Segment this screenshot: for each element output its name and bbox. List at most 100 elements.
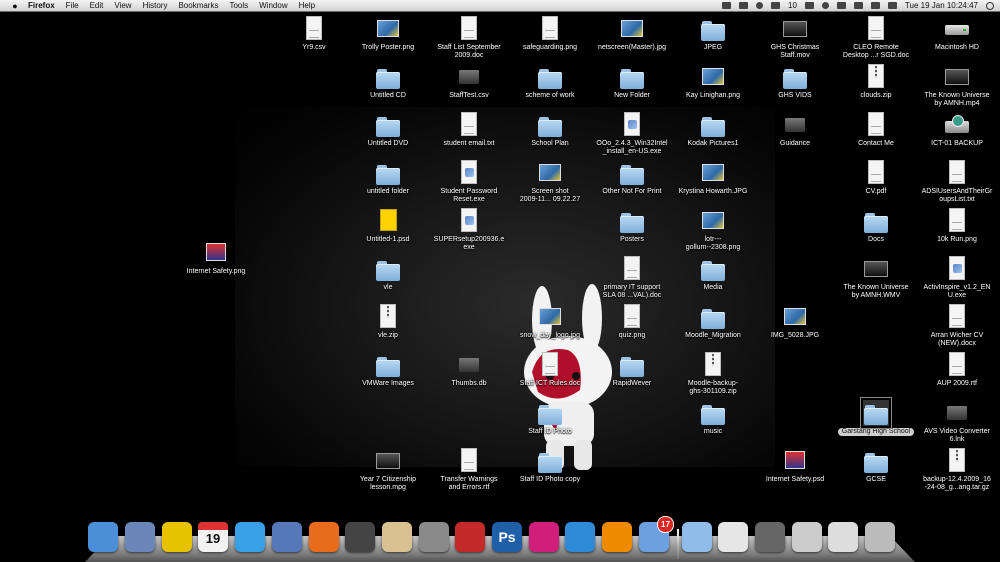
- desktop-icon[interactable]: Staff ICT Rules.doc: [508, 352, 592, 388]
- desktop-icon[interactable]: Guidance: [753, 112, 837, 148]
- desktop-icon[interactable]: lotr--- gollum--2308.png: [671, 208, 755, 252]
- desktop-icon[interactable]: New Folder: [590, 64, 674, 100]
- desktop-icon[interactable]: Trolly Poster.png: [346, 16, 430, 52]
- dock-preview-icon[interactable]: [125, 522, 155, 552]
- desktop-icon[interactable]: primary IT support SLA 08 ...VAL).doc: [590, 256, 674, 300]
- desktop-icon[interactable]: Year 7 Citizenship lesson.mpg: [346, 448, 430, 492]
- menu-file[interactable]: File: [66, 0, 79, 11]
- dock-istat-icon[interactable]: [529, 522, 559, 552]
- dock-stack-b-icon[interactable]: [792, 522, 822, 552]
- sync-icon[interactable]: [756, 2, 763, 9]
- apple-menu-icon[interactable]: ●: [10, 1, 20, 11]
- dock-itunes-icon[interactable]: [235, 522, 265, 552]
- desktop-icon[interactable]: Staff ID Photo copy: [508, 448, 592, 484]
- desktop-icon[interactable]: The Known Universe by AMNH.WMV: [834, 256, 918, 300]
- time-machine-icon[interactable]: [821, 2, 829, 9]
- dock-dvd-player-icon[interactable]: [272, 522, 302, 552]
- desktop-icon[interactable]: Other Not For Print: [590, 160, 674, 196]
- desktop-icon[interactable]: CLEO Remote Desktop ...r SGD.doc: [834, 16, 918, 60]
- status-count[interactable]: 10: [788, 1, 797, 10]
- menu-window[interactable]: Window: [259, 0, 287, 11]
- desktop-icon[interactable]: JPEG: [671, 16, 755, 52]
- desktop-icon[interactable]: Macintosh HD: [915, 16, 999, 52]
- desktop-icon[interactable]: Media: [671, 256, 755, 292]
- desktop-icon[interactable]: student email.txt: [427, 112, 511, 148]
- desktop-icon[interactable]: Yr9.csv: [272, 16, 356, 52]
- desktop-icon[interactable]: StaffTest.csv: [427, 64, 511, 100]
- desktop-icon[interactable]: music: [671, 400, 755, 436]
- desktop-icon[interactable]: Moodle_Migration: [671, 304, 755, 340]
- dock-system-preferences-icon[interactable]: [419, 522, 449, 552]
- desktop-icon[interactable]: VMWare Images: [346, 352, 430, 388]
- menu-tools[interactable]: Tools: [229, 0, 248, 11]
- monitor-icon[interactable]: [739, 2, 748, 9]
- desktop-icon[interactable]: SUPERsetup200936.e exe: [427, 208, 511, 252]
- dock-ical-icon[interactable]: 19: [198, 522, 228, 552]
- desktop-icon[interactable]: Untitled CD: [346, 64, 430, 100]
- desktop-icon[interactable]: Internet Safety.psd: [753, 448, 837, 484]
- menu-help[interactable]: Help: [299, 0, 315, 11]
- desktop-icon[interactable]: 10k Run.png: [915, 208, 999, 244]
- spotlight-search-icon[interactable]: [986, 1, 994, 10]
- desktop-icon[interactable]: Internet Safety.png: [174, 240, 258, 276]
- desktop-icon[interactable]: safeguarding.png: [508, 16, 592, 52]
- desktop-icon[interactable]: ADSIUsersAndTheirGr oupsList.txt: [915, 160, 999, 204]
- menu-edit[interactable]: Edit: [90, 0, 104, 11]
- desktop-icon[interactable]: snow_day_logo.jpg: [508, 304, 592, 340]
- dock-trash-icon[interactable]: [865, 522, 895, 552]
- screen-capture-icon[interactable]: [722, 2, 731, 9]
- desktop-icon[interactable]: Garstang High School: [834, 397, 918, 436]
- network-icon[interactable]: [771, 2, 780, 9]
- desktop-icon[interactable]: The Known Universe by AMNH.mp4: [915, 64, 999, 108]
- dock-adium-icon[interactable]: [162, 522, 192, 552]
- menu-bookmarks[interactable]: Bookmarks: [178, 0, 218, 11]
- desktop-icon[interactable]: Krystina Howarth.JPG: [671, 160, 755, 196]
- desktop-icon[interactable]: Thumbs.db: [427, 352, 511, 388]
- desktop-icon[interactable]: GHS Christmas Staff.mov: [753, 16, 837, 60]
- desktop-icon[interactable]: quiz.png: [590, 304, 674, 340]
- dock-finder-icon[interactable]: [88, 522, 118, 552]
- desktop-icon[interactable]: OOo_2.4.3_Win32Intel _install_en-US.exe: [590, 112, 674, 156]
- dock-mail-icon[interactable]: 17: [639, 516, 674, 552]
- dock-photoshop-icon[interactable]: Ps: [492, 522, 522, 552]
- desktop-icon[interactable]: untitled folder: [346, 160, 430, 196]
- dock-stack-a-icon[interactable]: [755, 522, 785, 552]
- desktop-icon[interactable]: netscreen(Master).jpg: [590, 16, 674, 52]
- dock-wifi-app-icon[interactable]: [565, 522, 595, 552]
- dock-folder-downloads-icon[interactable]: [682, 522, 712, 552]
- desktop-icon[interactable]: GHS VIDS: [753, 64, 837, 100]
- desktop-icon[interactable]: clouds.zip: [834, 64, 918, 100]
- desktop-icon[interactable]: Contact Me: [834, 112, 918, 148]
- desktop-icon[interactable]: Staff List September 2009.doc: [427, 16, 511, 60]
- desktop-icon[interactable]: School Plan: [508, 112, 592, 148]
- desktop-icon[interactable]: Posters: [590, 208, 674, 244]
- bluetooth-icon[interactable]: [836, 2, 846, 9]
- display-icon[interactable]: [804, 2, 814, 9]
- dock-stack-c-icon[interactable]: [828, 522, 858, 552]
- desktop-icon[interactable]: scheme of work: [508, 64, 592, 100]
- desktop-icon[interactable]: Student Password Reset.exe: [427, 160, 511, 204]
- dock-firefox-icon[interactable]: [309, 522, 339, 552]
- desktop-icon[interactable]: RapidWever: [590, 352, 674, 388]
- volume-icon[interactable]: [870, 2, 880, 9]
- desktop-icon[interactable]: vle.zip: [346, 304, 430, 340]
- desktop-icon[interactable]: AUP 2009.rtf: [915, 352, 999, 388]
- desktop-icon[interactable]: Untitled-1.psd: [346, 208, 430, 244]
- desktop-icon[interactable]: IMG_5028.JPG: [753, 304, 837, 340]
- desktop-icon[interactable]: vle: [346, 256, 430, 292]
- desktop-icon[interactable]: Untitled DVD: [346, 112, 430, 148]
- wifi-icon[interactable]: [853, 2, 863, 9]
- dock-textedit-icon[interactable]: [382, 522, 412, 552]
- desktop-icon[interactable]: GCSE: [834, 448, 918, 484]
- menu-clock[interactable]: Tue 19 Jan 10:24:47: [905, 1, 978, 10]
- desktop-icon[interactable]: ICT-01 BACKUP: [915, 112, 999, 148]
- dock-parallels-icon[interactable]: [455, 522, 485, 552]
- desktop-icon[interactable]: Staff ID Photo: [508, 400, 592, 436]
- desktop-icon[interactable]: Kodak Pictures1: [671, 112, 755, 148]
- battery-icon[interactable]: [887, 2, 897, 9]
- desktop-icon[interactable]: AVS Video Converter 6.lnk: [915, 400, 999, 444]
- menu-history[interactable]: History: [143, 0, 168, 11]
- desktop-icon[interactable]: Moodle-backup- ghs-301109.zip: [671, 352, 755, 396]
- desktop-icon[interactable]: Arran Wicher CV (NEW).docx: [915, 304, 999, 348]
- dock-vlc-icon[interactable]: [602, 522, 632, 552]
